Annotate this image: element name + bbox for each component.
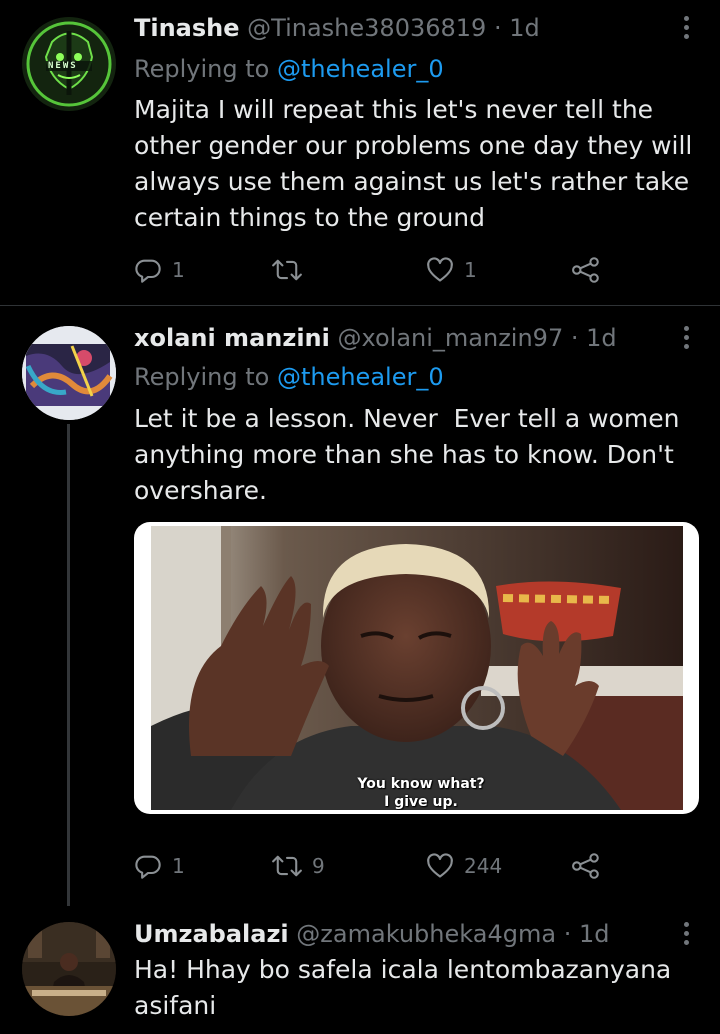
retweet-icon: [272, 855, 302, 877]
tweet-text-line: other gender our problems one day they w…: [134, 131, 693, 160]
more-icon[interactable]: [682, 922, 690, 949]
tweet-text-line: overshare.: [134, 476, 267, 505]
retweet-icon: [272, 259, 302, 281]
tweet-text-line: Ha! Hhay bo safela icala lentombazanyana: [134, 955, 672, 984]
retweet-button[interactable]: 9: [272, 850, 325, 882]
media-scene: [151, 526, 683, 810]
reply-button[interactable]: 1: [134, 254, 185, 286]
media-caption: You know what? I give up.: [351, 775, 491, 810]
media-caption-line: You know what?: [357, 776, 485, 792]
replying-to: Replying to @thehealer_0: [134, 361, 444, 393]
retweet-button[interactable]: [272, 254, 312, 286]
tweet-text-line: certain things to the ground: [134, 203, 486, 232]
tweet-tinashe[interactable]: NEWS Tinashe @Tinashe38036819 · 1d Reply…: [0, 0, 720, 305]
tweet-header: xolani manzini @xolani_manzin97 · 1d: [134, 322, 617, 354]
media-caption-line: I give up.: [384, 794, 458, 810]
reply-icon: [135, 855, 161, 879]
user-handle[interactable]: @zamakubheka4gma: [296, 920, 556, 948]
user-handle[interactable]: @xolani_manzin97: [338, 324, 564, 352]
like-count: 1: [464, 258, 477, 282]
display-name[interactable]: Tinashe: [134, 14, 240, 42]
tweet-text-line: Majita I will repeat this let's never te…: [134, 95, 654, 124]
timestamp[interactable]: · 1d: [571, 324, 617, 352]
timestamp[interactable]: · 1d: [494, 14, 540, 42]
reply-button[interactable]: 1: [134, 850, 185, 882]
tweet-media-image[interactable]: You know what? I give up.: [134, 522, 699, 814]
avatar[interactable]: NEWS: [22, 17, 116, 111]
tweet-text-line: asifani: [134, 991, 217, 1020]
like-button[interactable]: 244: [426, 850, 502, 882]
display-name[interactable]: Umzabalazi: [134, 920, 289, 948]
avatar-text: NEWS: [48, 61, 78, 71]
tweet-header: Umzabalazi @zamakubheka4gma · 1d: [134, 918, 609, 950]
share-button[interactable]: [571, 850, 601, 882]
reply-count: 1: [172, 854, 185, 878]
like-icon: [427, 853, 453, 878]
tweet-actions: 1 9 244: [134, 850, 614, 882]
reply-handle-link[interactable]: @thehealer_0: [277, 55, 444, 83]
more-icon[interactable]: [682, 16, 690, 43]
tweet-text-line: always use them against us let's rather …: [134, 167, 690, 196]
display-name[interactable]: xolani manzini: [134, 324, 330, 352]
tweet-text-line: Let it be a lesson. Never Ever tell a wo…: [134, 404, 680, 433]
share-icon: [572, 257, 599, 283]
tweet-umzabalazi[interactable]: Umzabalazi @zamakubheka4gma · 1d Ha! Hha…: [0, 906, 720, 1034]
tweet-text-line: anything more than she has to know. Don'…: [134, 440, 674, 469]
share-icon: [572, 853, 599, 879]
tweet-header: Tinashe @Tinashe38036819 · 1d: [134, 12, 540, 44]
tweet-text: Let it be a lesson. Never Ever tell a wo…: [134, 401, 694, 509]
tweet-actions: 1 1: [134, 254, 614, 286]
retweet-count: 9: [312, 854, 325, 878]
like-icon: [427, 257, 453, 282]
reply-handle-link[interactable]: @thehealer_0: [277, 363, 444, 391]
thread-line: [67, 424, 70, 906]
user-handle[interactable]: @Tinashe38036819: [247, 14, 486, 42]
replying-to: Replying to @thehealer_0: [134, 53, 444, 85]
timestamp[interactable]: · 1d: [564, 920, 610, 948]
like-count: 244: [464, 854, 503, 878]
like-button[interactable]: 1: [426, 254, 477, 286]
avatar[interactable]: [22, 326, 116, 420]
replying-to-label: Replying to: [134, 55, 270, 83]
replying-to-label: Replying to: [134, 363, 270, 391]
reply-icon: [135, 259, 161, 283]
tweet-text: Majita I will repeat this let's never te…: [134, 92, 694, 236]
more-icon[interactable]: [682, 326, 690, 353]
tweet-text: Ha! Hhay bo safela icala lentombazanyana…: [134, 952, 694, 1024]
avatar[interactable]: [22, 922, 116, 1016]
share-button[interactable]: [571, 254, 601, 286]
reply-count: 1: [172, 258, 185, 282]
media-frame: You know what? I give up.: [151, 526, 683, 810]
